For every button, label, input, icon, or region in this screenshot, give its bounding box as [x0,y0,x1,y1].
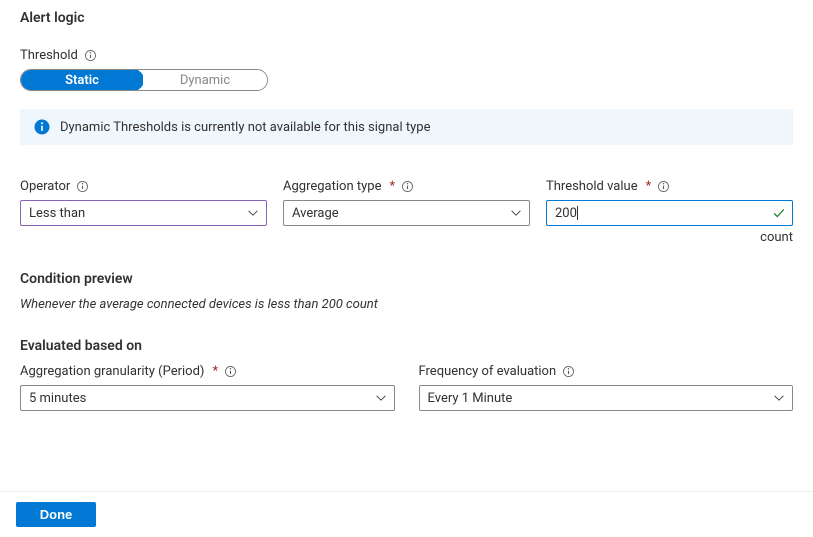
frequency-select[interactable]: Every 1 Minute [419,385,794,411]
chevron-down-icon [374,391,388,405]
info-banner-text: Dynamic Thresholds is currently not avai… [60,120,430,135]
info-icon[interactable] [84,49,97,62]
info-icon[interactable] [76,180,89,193]
info-icon[interactable] [224,365,237,378]
aggregation-type-label: Aggregation type [283,179,381,194]
chevron-down-icon [772,391,786,405]
required-marker: * [646,179,652,194]
condition-preview-text: Whenever the average connected devices i… [20,297,793,312]
threshold-value-label: Threshold value [546,179,638,194]
operator-label: Operator [20,179,70,194]
threshold-label-row: Threshold [20,48,793,63]
frequency-label-row: Frequency of evaluation [419,364,794,379]
aggregation-granularity-select[interactable]: 5 minutes [20,385,395,411]
info-icon[interactable] [401,180,414,193]
aggregation-granularity-label-row: Aggregation granularity (Period) * [20,364,395,379]
page-title: Alert logic [20,10,793,26]
info-icon[interactable] [657,180,670,193]
condition-preview-heading: Condition preview [20,271,793,287]
aggregation-granularity-value: 5 minutes [29,391,86,406]
aggregation-type-select[interactable]: Average [283,200,530,226]
aggregation-type-label-row: Aggregation type * [283,179,530,194]
done-button[interactable]: Done [16,502,96,527]
threshold-label: Threshold [20,48,78,63]
threshold-static-option[interactable]: Static [20,69,144,91]
aggregation-granularity-label: Aggregation granularity (Period) [20,364,204,379]
operator-label-row: Operator [20,179,267,194]
chevron-down-icon [509,206,523,220]
check-icon [772,206,786,220]
operator-value: Less than [29,206,85,221]
required-marker: * [389,179,395,194]
chevron-down-icon [246,206,260,220]
info-banner: Dynamic Thresholds is currently not avai… [20,109,793,145]
threshold-value-text: 200 [555,206,578,221]
operator-select[interactable]: Less than [20,200,267,226]
threshold-value-input[interactable]: 200 [546,200,793,226]
info-icon[interactable] [562,365,575,378]
aggregation-type-value: Average [292,206,339,221]
evaluated-heading: Evaluated based on [20,338,793,354]
required-marker: * [212,364,218,379]
frequency-label: Frequency of evaluation [419,364,557,379]
info-filled-icon [34,119,50,135]
threshold-value-label-row: Threshold value * [546,179,793,194]
threshold-toggle: Static Dynamic [20,69,268,91]
threshold-dynamic-option[interactable]: Dynamic [143,70,267,90]
frequency-value: Every 1 Minute [428,391,513,406]
footer: Done [0,491,813,537]
threshold-value-unit: count [546,230,793,245]
